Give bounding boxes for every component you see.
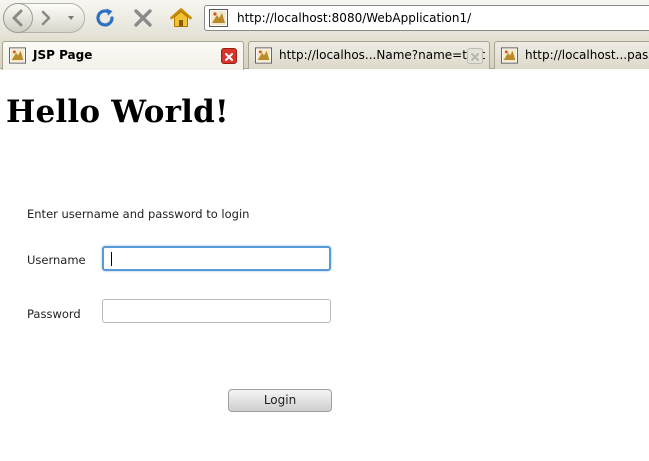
stop-button[interactable] xyxy=(131,6,155,30)
browser-toolbar: http://localhost:8080/WebApplication1/ xyxy=(0,0,649,37)
address-bar[interactable]: http://localhost:8080/WebApplication1/ xyxy=(204,5,649,31)
page-favicon-icon xyxy=(501,47,518,64)
page-favicon-icon xyxy=(255,47,272,64)
page-favicon-icon xyxy=(9,47,26,64)
tab-name-test[interactable]: http://localhos...Name?name=test xyxy=(248,41,490,69)
close-icon xyxy=(471,53,479,61)
stop-icon xyxy=(134,9,152,27)
back-button[interactable] xyxy=(3,3,33,33)
chevron-down-icon xyxy=(68,16,74,20)
forward-button[interactable] xyxy=(36,8,56,28)
close-icon xyxy=(225,53,233,61)
login-instructions: Enter username and password to login xyxy=(27,207,250,221)
tab-label: http://localhost...password=test xyxy=(525,48,649,62)
tab-jsp-page[interactable]: JSP Page xyxy=(2,41,244,70)
username-label: Username xyxy=(27,253,86,267)
page-content: Hello World! Enter username and password… xyxy=(0,70,649,461)
username-input[interactable] xyxy=(102,246,331,271)
page-title: Hello World! xyxy=(6,94,229,130)
reload-icon xyxy=(96,8,114,27)
login-button[interactable]: Login xyxy=(228,389,332,412)
home-button[interactable] xyxy=(169,6,193,30)
tab-label: JSP Page xyxy=(33,48,93,62)
history-dropdown-button[interactable] xyxy=(66,13,76,23)
password-label: Password xyxy=(27,307,81,321)
tab-close-button[interactable] xyxy=(221,48,237,64)
page-favicon-icon xyxy=(209,9,228,27)
tab-close-button[interactable] xyxy=(467,48,483,64)
url-text: http://localhost:8080/WebApplication1/ xyxy=(237,11,472,25)
tab-password-test[interactable]: http://localhost...password=test xyxy=(494,41,649,69)
back-arrow-icon xyxy=(12,9,23,27)
forward-arrow-icon xyxy=(41,10,51,26)
password-input[interactable] xyxy=(102,299,331,323)
tab-label: http://localhos...Name?name=test xyxy=(279,48,486,62)
reload-button[interactable] xyxy=(93,6,117,30)
home-icon xyxy=(170,8,192,27)
tab-strip: JSP Page http://localhos...Name?name=tes… xyxy=(0,37,649,70)
text-caret xyxy=(111,252,112,266)
